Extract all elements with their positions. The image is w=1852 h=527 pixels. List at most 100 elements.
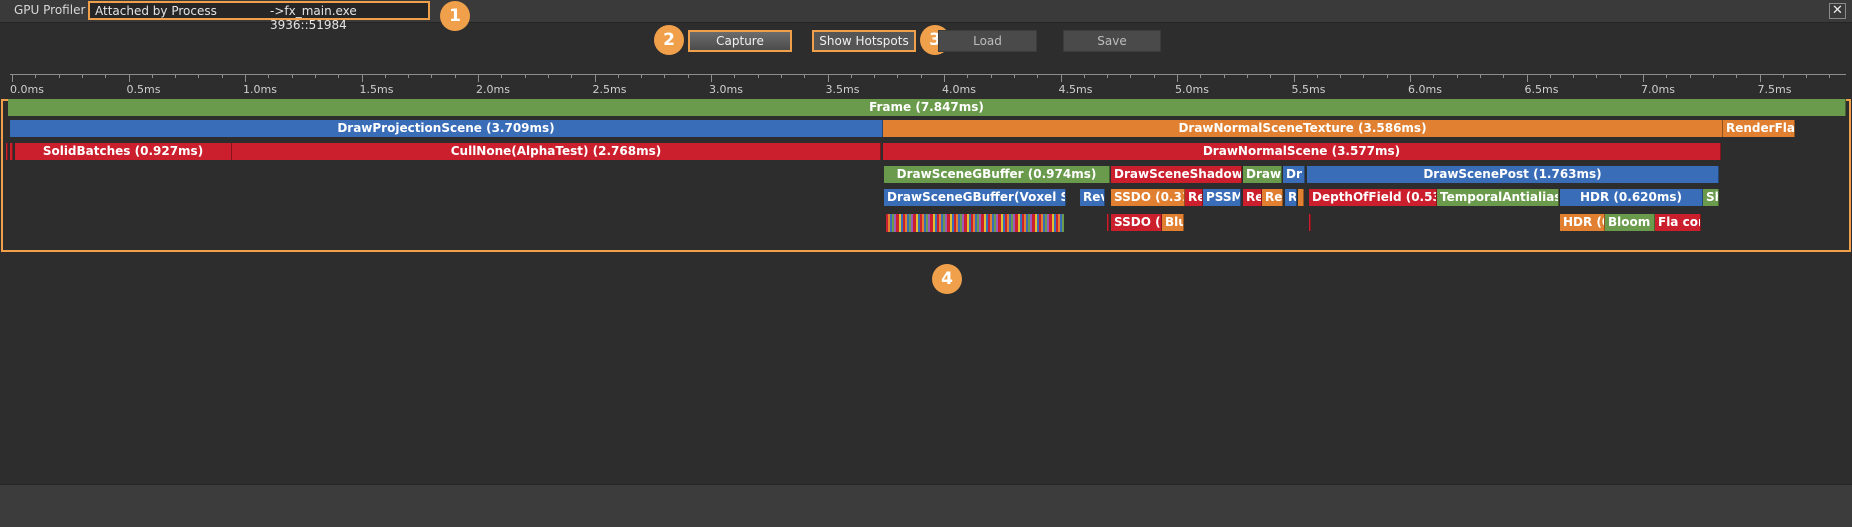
bar-re-2[interactable]: Re (1243, 189, 1262, 206)
save-button[interactable]: Save (1063, 30, 1161, 52)
ruler-tick (1666, 74, 1668, 78)
ruler-tick-label: 5.0ms (1175, 83, 1209, 96)
ruler-tick (967, 74, 969, 78)
ruler-tick (1596, 74, 1598, 78)
attach-label: Attached by Process (95, 4, 217, 18)
ruler-tick (804, 74, 806, 78)
bar-blu[interactable]: Blu (1162, 214, 1184, 231)
ruler-tick (58, 74, 60, 78)
ruler-tick (151, 74, 153, 78)
bar-r[interactable]: R (1285, 189, 1297, 206)
ruler-tick (338, 74, 340, 78)
bar-ren[interactable]: Ren (1262, 189, 1283, 206)
status-bar (0, 484, 1852, 527)
bar-tiny-5[interactable] (1309, 214, 1311, 231)
bar-draw-normal-scene[interactable]: DrawNormalScene (3.577ms) (883, 143, 1721, 160)
bar-draw-scene-shadow-pos[interactable]: DrawSceneShadowPos (1111, 166, 1242, 183)
ruler-tick-label: 3.0ms (709, 83, 743, 96)
bar-cull-none[interactable]: CullNone(AlphaTest) (2.768ms) (232, 143, 881, 160)
ruler-tick (245, 74, 246, 82)
ruler-tick (1083, 74, 1085, 78)
ruler-tick (687, 74, 689, 78)
ruler-tick (524, 74, 526, 78)
close-button[interactable]: ✕ (1829, 3, 1846, 19)
show-hotspots-button[interactable]: Show Hotspots (812, 30, 916, 52)
ruler-tick-label: 4.5ms (1058, 83, 1093, 96)
ruler-tick (734, 74, 736, 78)
ruler-tick (105, 74, 107, 78)
ruler-tick-label: 5.5ms (1291, 83, 1326, 96)
ruler-tick (1689, 74, 1691, 78)
bar-render-flat[interactable]: RenderFlat (1723, 120, 1795, 137)
attach-process-field[interactable]: Attached by Process ->fx_main.exe 3936::… (88, 1, 430, 32)
ruler-tick (175, 74, 177, 78)
bar-draw-normal-scene-texture[interactable]: DrawNormalSceneTexture (3.586ms) (883, 120, 1723, 137)
ruler-tick (221, 74, 223, 78)
bar-rev[interactable]: Rev (1080, 189, 1105, 206)
ruler-tick (361, 74, 363, 82)
bar-tiny-3[interactable] (1298, 189, 1304, 206)
bar-hdr[interactable]: HDR (0.620ms) (1560, 189, 1703, 206)
ruler-tick (1433, 74, 1435, 78)
bar-tiny-4[interactable] (1107, 214, 1109, 231)
bar-draw-sc[interactable]: DrawSc (1243, 166, 1282, 183)
bar-bloom[interactable]: Bloom (C (1605, 214, 1655, 231)
capture-button[interactable]: Capture (688, 30, 792, 52)
bar-re-1[interactable]: Re (1185, 189, 1203, 206)
bar-ssdo[interactable]: SSDO (0.311 (1111, 189, 1185, 206)
ruler-tick (1316, 74, 1318, 78)
ruler-tick (1503, 74, 1505, 78)
ruler-tick (617, 74, 619, 78)
ruler-tick (408, 74, 410, 78)
bar-temporal-antialiasing[interactable]: TemporalAntialiasing (1437, 189, 1559, 206)
bar-solid-batches[interactable]: SolidBatches (0.927ms) (15, 143, 232, 160)
ruler-tick (1340, 74, 1342, 78)
ruler-tick (1200, 74, 1202, 78)
ruler-tick (291, 74, 293, 78)
ruler-tick (827, 74, 829, 82)
bar-gbuffer-voxel[interactable]: DrawSceneGBuffer(Voxel Stenc (884, 189, 1066, 206)
ruler-tick (1223, 74, 1225, 78)
bar-dr[interactable]: Dr (1283, 166, 1305, 183)
ruler-tick (874, 74, 876, 78)
bar-draw-scene-post[interactable]: DrawScenePost (1.763ms) (1307, 166, 1719, 183)
bar-draw-scene-gbuffer[interactable]: DrawSceneGBuffer (0.974ms) (884, 166, 1110, 183)
ruler-tick (594, 74, 596, 82)
ruler-tick (944, 74, 945, 82)
ruler-tick (1736, 74, 1738, 78)
ruler-tick-label: 1.5ms (359, 83, 394, 96)
ruler-tick (1386, 74, 1388, 78)
bar-depth-of-field[interactable]: DepthOfField (0.538m (1309, 189, 1437, 206)
ruler-tick (1619, 74, 1621, 78)
bar-tiny-1[interactable] (6, 143, 8, 160)
ruler-tick-label: 1.0ms (243, 83, 277, 96)
ruler-tick-label: 0.0ms (10, 83, 44, 96)
bar-sh[interactable]: Sh (1703, 189, 1719, 206)
ruler-tick (780, 74, 782, 78)
bar-frame[interactable]: Frame (7.847ms) (8, 99, 1846, 116)
ruler-tick (1270, 74, 1272, 78)
ruler-tick (664, 74, 666, 78)
bar-fla-com[interactable]: Fla com (1655, 214, 1701, 231)
title-bar: GPU Profiler Attached by Process ->fx_ma… (0, 0, 1852, 32)
ruler-tick (35, 74, 37, 78)
ruler-tick (1363, 74, 1365, 78)
bar-draw-projection-scene[interactable]: DrawProjectionScene (3.709ms) (10, 120, 883, 137)
callout-4: 4 (932, 264, 962, 294)
ruler-tick (1549, 74, 1551, 78)
draw-call-stripes[interactable] (886, 214, 1064, 232)
ruler-tick (547, 74, 549, 78)
load-button[interactable]: Load (938, 30, 1037, 52)
callout-2: 2 (654, 25, 684, 55)
bar-tiny-2[interactable] (10, 143, 13, 160)
ruler-tick (571, 74, 573, 78)
ruler-tick (128, 74, 130, 82)
ruler-tick (12, 74, 13, 82)
ruler-tick-label: 2.0ms (476, 83, 510, 96)
ruler-tick (1806, 74, 1808, 78)
ruler-tick (897, 74, 899, 78)
ruler-tick (1293, 74, 1295, 82)
bar-hdr-2[interactable]: HDR (0. (1560, 214, 1605, 231)
bar-ssdo-2[interactable]: SSDO (0. (1111, 214, 1162, 231)
bar-pssm[interactable]: PSSM (1203, 189, 1241, 206)
